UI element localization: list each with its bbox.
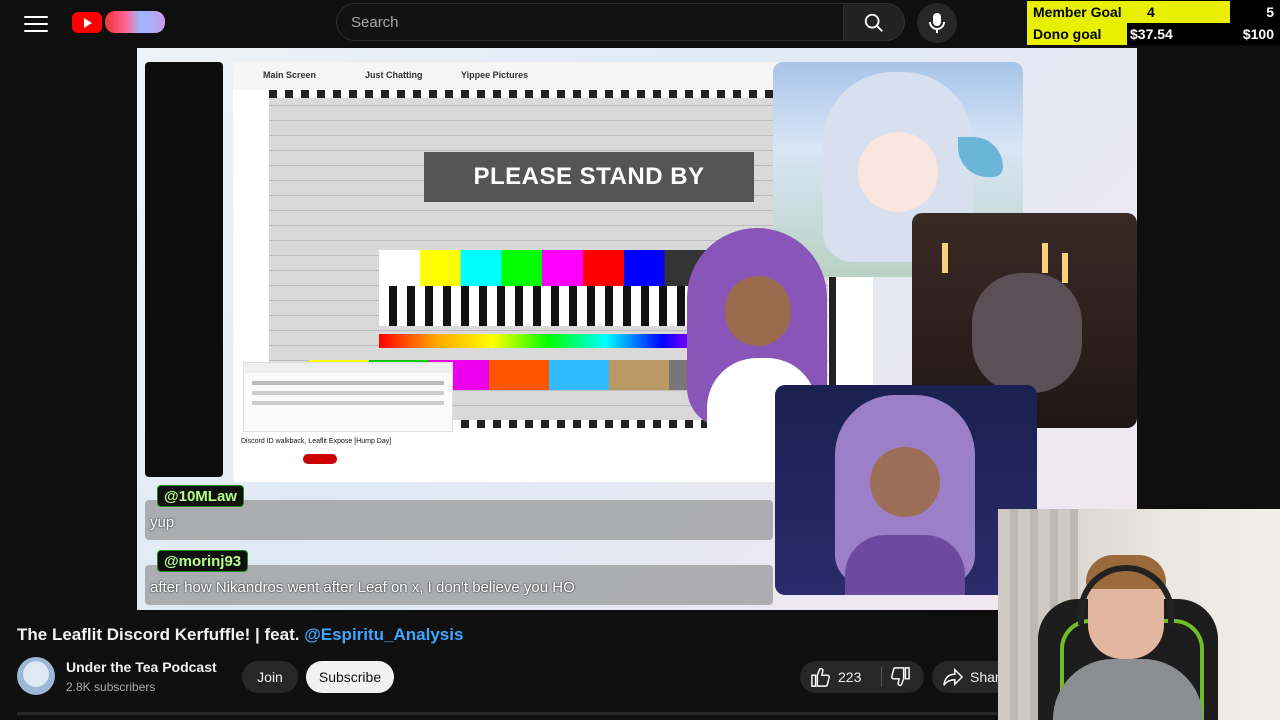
join-button[interactable]: Join [242, 661, 298, 693]
inner-video-title: Discord ID walkback, Leaflit Expose [Hum… [241, 438, 392, 445]
voice-search-button[interactable] [917, 3, 957, 43]
menu-icon[interactable] [24, 12, 48, 36]
channel-art-logo [105, 11, 165, 33]
dislike-button[interactable] [889, 667, 911, 692]
like-button[interactable]: 223 [810, 667, 861, 687]
stream-goals-overlay: Member Goal 4 5 Dono goal $37.54 $100 [1027, 0, 1280, 45]
channel-name[interactable]: Under the Tea Podcast [66, 659, 217, 675]
search-placeholder: Search [351, 14, 399, 31]
video-title-text: The Leaflit Discord Kerfuffle! | feat. [17, 625, 305, 644]
comment-handle: @10MLaw [157, 485, 244, 507]
member-goal: Member Goal 4 5 [1027, 1, 1280, 23]
subscriber-count: 2.8K subscribers [66, 680, 156, 694]
black-panel [145, 62, 223, 477]
dono-goal-current: $37.54 [1130, 26, 1173, 42]
capture-tab: Just Chatting [365, 70, 423, 80]
share-icon [943, 667, 964, 687]
capture-tab: Yippee Pictures [461, 70, 529, 80]
video-title: The Leaflit Discord Kerfuffle! | feat. @… [17, 625, 463, 645]
webcam-overlay [998, 509, 1280, 720]
avatar[interactable] [17, 657, 55, 695]
inner-subscribe-badge [303, 454, 337, 464]
youtube-play-icon [72, 11, 102, 33]
youtube-logo[interactable] [72, 10, 168, 34]
member-goal-current: 4 [1147, 4, 1155, 20]
like-count: 223 [838, 669, 862, 685]
like-dislike-group: 223 [800, 661, 924, 693]
search-button[interactable] [843, 3, 905, 41]
comment-handle: @morinj93 [157, 550, 249, 572]
thumbs-up-icon [811, 667, 830, 687]
live-chat-box [243, 362, 453, 432]
like-separator [881, 667, 882, 687]
mic-icon [929, 13, 945, 33]
dono-goal-label: Dono goal [1033, 26, 1102, 42]
comment-text: after how Nikandros went after Leaf on x… [150, 579, 575, 596]
subscribe-button[interactable]: Subscribe [306, 661, 394, 693]
standby-banner: PLEASE STAND BY [424, 152, 754, 202]
section-divider [0, 710, 998, 720]
dono-goal: Dono goal $37.54 $100 [1027, 23, 1280, 45]
dono-goal-target: $100 [1242, 26, 1274, 42]
member-goal-target: 5 [1266, 4, 1274, 20]
video-player[interactable]: Main Screen Just Chatting Yippee Picture… [137, 48, 1137, 610]
search-icon [864, 13, 883, 32]
capture-tab: Main Screen [263, 70, 317, 80]
search-input[interactable]: Search [336, 3, 844, 41]
thumbs-down-icon [891, 667, 910, 687]
title-mention-link[interactable]: @Espiritu_Analysis [304, 625, 463, 644]
comment-text: yup [150, 514, 175, 531]
member-goal-label: Member Goal [1033, 4, 1122, 20]
